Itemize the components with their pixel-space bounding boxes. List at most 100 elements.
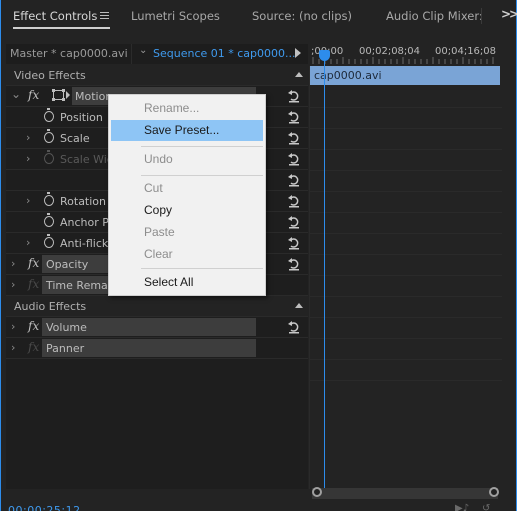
zoom-handle-left[interactable]: [312, 487, 322, 497]
effect-name: Opacity: [46, 258, 89, 271]
reset-icon[interactable]: [287, 110, 301, 124]
time-ruler[interactable]: ;00;00 00;02;08;04 00;04;16;08: [309, 44, 502, 65]
twirl-right-icon[interactable]: ›: [11, 278, 15, 291]
transform-icon[interactable]: [52, 89, 65, 101]
property-label: Rotation: [60, 195, 107, 208]
fx-toggle-icon[interactable]: fx: [28, 88, 39, 102]
ruler-label: 00;02;08;04: [359, 46, 421, 57]
divider: [131, 44, 132, 64]
panel-menu-icon[interactable]: [100, 12, 109, 20]
reset-icon[interactable]: [287, 173, 301, 187]
menu-item-cut[interactable]: Cut: [111, 178, 263, 199]
playhead-line[interactable]: [324, 60, 325, 488]
loop-audio-icon[interactable]: ↺: [482, 503, 490, 511]
twirl-right-icon[interactable]: ›: [11, 320, 15, 333]
chevron-down-icon[interactable]: ⌄: [139, 45, 147, 56]
reset-icon[interactable]: [287, 236, 301, 250]
ruler-ticks: [312, 57, 494, 64]
timeline-row-divider: [309, 275, 502, 276]
stopwatch-icon[interactable]: [44, 129, 54, 143]
current-timecode[interactable]: 00;00;25;12: [8, 504, 81, 511]
reset-icon[interactable]: [287, 257, 301, 271]
tab-effect-controls[interactable]: Effect Controls: [13, 9, 97, 23]
stopwatch-icon[interactable]: [44, 108, 54, 122]
fx-toggle-icon: fx: [28, 277, 40, 291]
collapse-caret-icon[interactable]: [295, 72, 303, 77]
timeline-row-divider: [309, 254, 502, 255]
twirl-right-icon[interactable]: ›: [26, 131, 30, 144]
play-audio-icon[interactable]: ▶♪: [455, 503, 469, 511]
timeline-row-divider: [309, 296, 502, 297]
tab-source[interactable]: Source: (no clips): [252, 9, 352, 23]
twirl-right-icon[interactable]: ›: [26, 194, 30, 207]
effect-row-panner[interactable]: › fx Panner: [6, 338, 308, 359]
timeline-row-divider: [309, 233, 502, 234]
timeline-row-divider: [309, 107, 502, 108]
twirl-right-icon[interactable]: ›: [11, 257, 15, 270]
timeline-zoom-scrollbar[interactable]: [312, 488, 498, 499]
stopwatch-icon[interactable]: [44, 234, 54, 248]
tab-audio-clip-mixer[interactable]: Audio Clip Mixer:: [386, 9, 483, 23]
section-label: Audio Effects: [14, 300, 87, 313]
stopwatch-icon[interactable]: [44, 192, 54, 206]
clip-bar[interactable]: cap0000.avi: [310, 66, 500, 85]
fx-toggle-icon[interactable]: fx: [28, 319, 39, 333]
menu-item-paste[interactable]: Paste: [111, 222, 263, 243]
twirl-down-icon[interactable]: ⌄: [11, 87, 21, 101]
reset-icon[interactable]: [287, 89, 301, 103]
timeline-row-divider: [309, 317, 502, 318]
tab-separator: [481, 8, 482, 24]
transform-arrow-icon: [66, 91, 70, 99]
menu-item-clear[interactable]: Clear: [111, 244, 263, 265]
reset-icon[interactable]: [287, 152, 301, 166]
menu-separator: [141, 175, 263, 176]
playhead-handle[interactable]: [319, 50, 330, 61]
timeline-row-divider: [309, 212, 502, 213]
reset-icon[interactable]: [287, 194, 301, 208]
divider: [309, 66, 310, 489]
menu-item-copy[interactable]: Copy: [111, 200, 263, 221]
menu-item-select-all[interactable]: Select All: [111, 272, 263, 293]
menu-item-save-preset[interactable]: Save Preset...: [111, 120, 263, 141]
property-label: Scale: [60, 132, 90, 145]
timeline-row-divider: [309, 191, 502, 192]
show-timeline-toggle-icon[interactable]: [295, 48, 301, 58]
timeline-row-divider: [309, 380, 502, 381]
fx-toggle-icon[interactable]: fx: [28, 256, 39, 270]
effect-name: Time Remap: [46, 279, 115, 292]
stopwatch-icon[interactable]: [44, 213, 54, 227]
reset-icon[interactable]: [287, 215, 301, 229]
menu-item-rename[interactable]: Rename...: [111, 98, 263, 119]
collapse-caret-icon[interactable]: [295, 303, 303, 308]
ruler-label: 00;04;16;08: [435, 46, 497, 57]
effect-name: Motion: [75, 90, 113, 103]
panel-tab-bar: Effect Controls Lumetri Scopes Source: (…: [1, 0, 517, 36]
timeline-row-divider: [309, 170, 502, 171]
property-label: Scale Wid: [60, 153, 114, 166]
zoom-handle-right[interactable]: [489, 487, 499, 497]
menu-item-undo[interactable]: Undo: [111, 149, 263, 170]
timeline-row-divider: [309, 338, 502, 339]
menu-separator: [141, 146, 263, 147]
video-effects-header: Video Effects: [6, 65, 308, 86]
active-tab-underline: [13, 27, 110, 29]
tab-lumetri-scopes[interactable]: Lumetri Scopes: [131, 9, 220, 23]
reset-icon[interactable]: [287, 320, 301, 334]
twirl-right-icon[interactable]: ›: [26, 236, 30, 249]
effect-row-volume[interactable]: › fx Volume: [6, 317, 308, 338]
tab-overflow-icon[interactable]: >>: [501, 7, 517, 21]
fx-toggle-icon: fx: [28, 340, 40, 354]
property-label: Position: [60, 111, 103, 124]
twirl-right-icon[interactable]: ›: [26, 152, 30, 165]
reset-icon[interactable]: [287, 131, 301, 145]
timeline-row-divider: [309, 359, 502, 360]
timeline-row-divider: [309, 128, 502, 129]
timeline-row-divider: [309, 149, 502, 150]
effect-timeline[interactable]: ;00;00 00;02;08;04 00;04;16;08 cap0000.a…: [309, 44, 502, 489]
effect-name: Panner: [46, 342, 85, 355]
property-label: Anti-flicke: [60, 237, 115, 250]
master-clip-label[interactable]: Master * cap0000.avi: [10, 47, 128, 60]
twirl-right-icon[interactable]: ›: [11, 341, 15, 354]
sequence-clip-label[interactable]: Sequence 01 * cap0000...: [153, 47, 296, 60]
menu-separator: [141, 268, 263, 269]
